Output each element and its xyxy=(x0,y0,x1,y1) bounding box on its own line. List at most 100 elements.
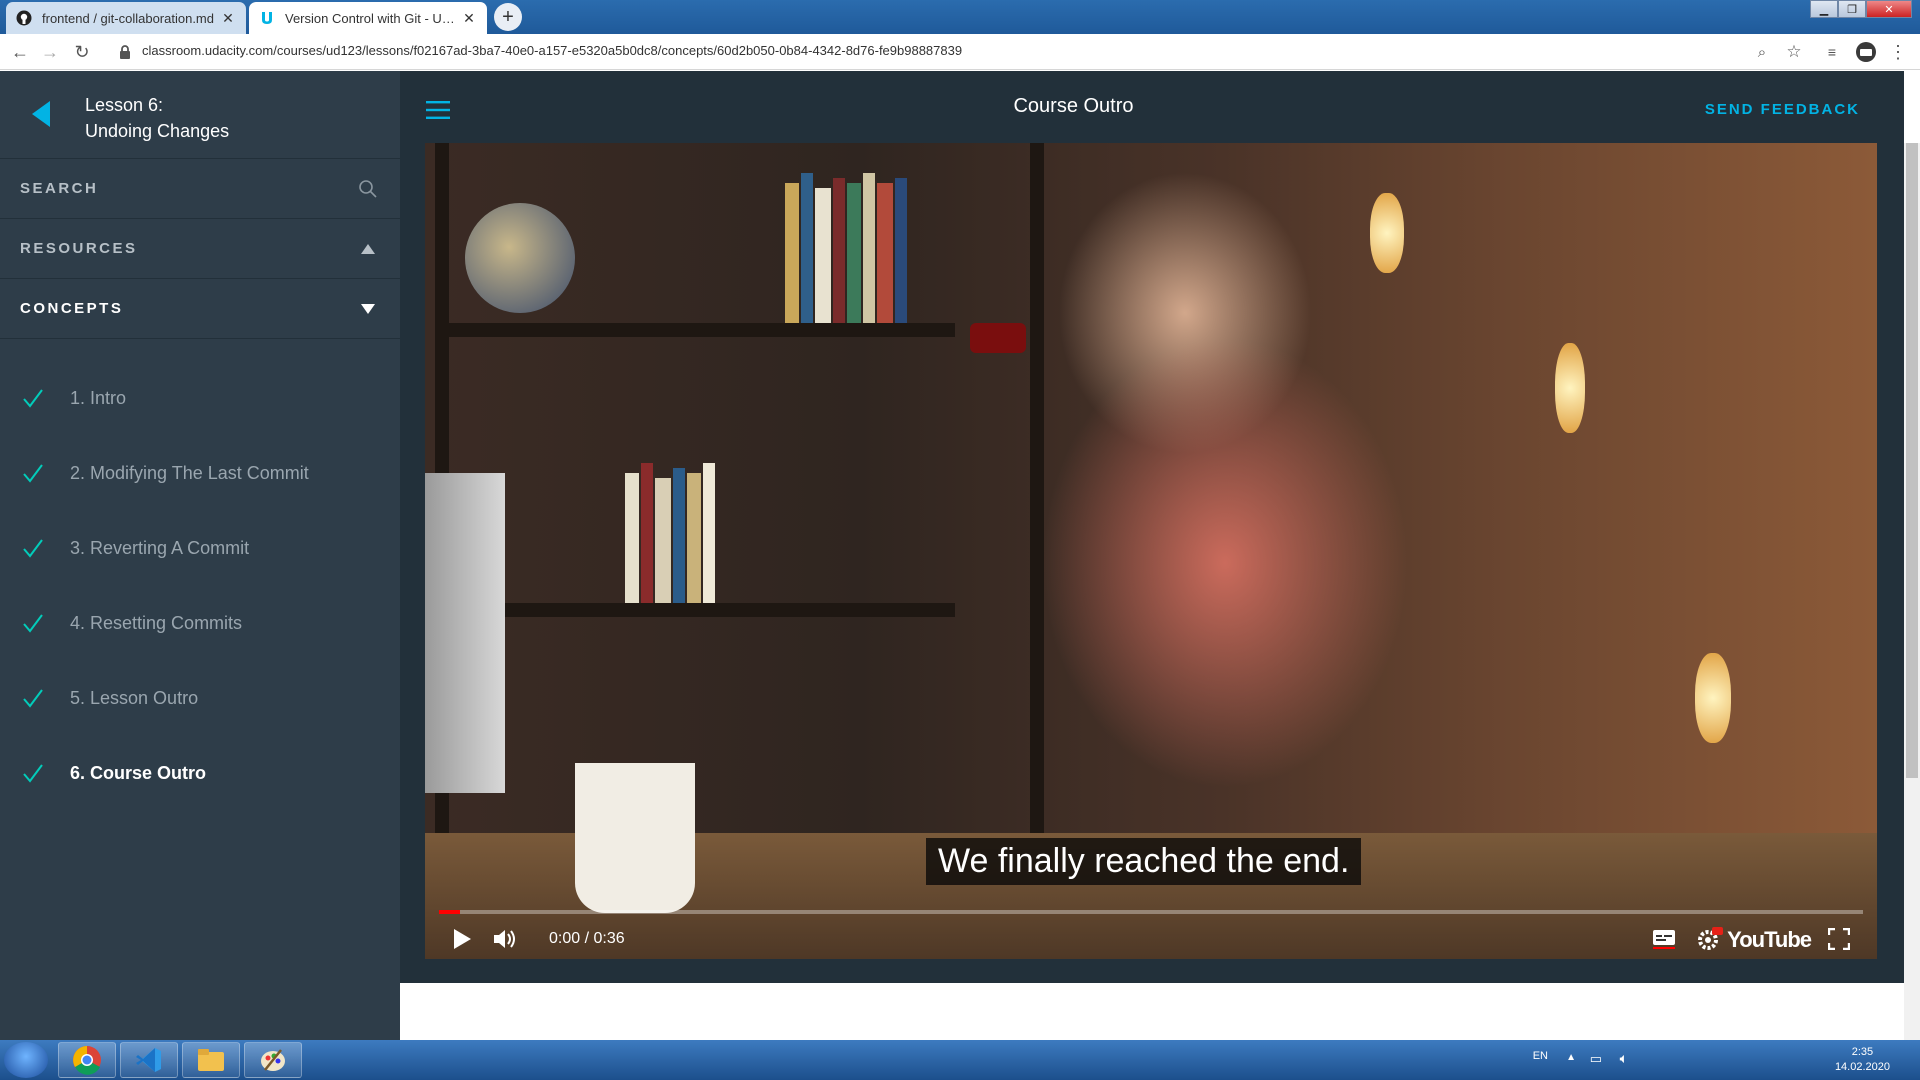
mug xyxy=(575,763,695,913)
clock-date: 14.02.2020 xyxy=(1834,1061,1890,1073)
language-indicator[interactable]: EN xyxy=(1533,1050,1548,1062)
concepts-row[interactable]: CONCEPTS xyxy=(0,279,400,339)
vscode-taskbar-icon[interactable] xyxy=(120,1042,178,1078)
tray-expand-icon[interactable]: ▲ xyxy=(1566,1052,1576,1063)
lesson-header: Lesson 6: Undoing Changes xyxy=(0,71,400,159)
restore-icon[interactable]: ❐ xyxy=(1838,0,1866,18)
back-icon[interactable]: ← xyxy=(10,42,30,62)
bookshelf-shelf xyxy=(435,323,955,337)
file-explorer-taskbar-icon[interactable] xyxy=(182,1042,240,1078)
concept-label: 4. Resetting Commits xyxy=(70,613,243,633)
send-feedback-link[interactable]: SEND FEEDBACK xyxy=(1705,101,1860,118)
check-icon xyxy=(22,387,44,409)
bookshelf-post xyxy=(1030,143,1044,833)
caret-down-icon[interactable] xyxy=(358,299,378,319)
close-tab-icon[interactable]: ✕ xyxy=(461,10,477,27)
volume-tray-icon[interactable]: 🔈︎ xyxy=(1620,1050,1628,1067)
profile-avatar-icon[interactable] xyxy=(1856,42,1876,62)
resources-label: RESOURCES xyxy=(20,240,138,257)
forward-icon[interactable]: → xyxy=(40,42,60,62)
concept-label: 1. Intro xyxy=(70,388,127,408)
video-progress-bar[interactable] xyxy=(439,910,1863,914)
search-icon[interactable] xyxy=(358,179,378,199)
zoom-icon[interactable]: ⌕ xyxy=(1752,42,1772,62)
tab-udacity[interactable]: Version Control with Git - Udacity ✕ xyxy=(249,2,487,34)
globe xyxy=(465,203,575,313)
bookshelf-shelf xyxy=(435,603,955,617)
volume-icon[interactable] xyxy=(491,921,519,957)
concepts-label: CONCEPTS xyxy=(20,300,124,317)
github-icon xyxy=(16,10,32,26)
caret-up-icon[interactable] xyxy=(358,239,378,259)
lesson-sidebar: Lesson 6: Undoing Changes SEARCH RESOURC… xyxy=(0,71,400,1040)
light-bulb xyxy=(1555,343,1585,433)
book xyxy=(801,173,813,323)
book xyxy=(785,183,799,323)
concept-item-current[interactable]: 6. Course Outro xyxy=(0,736,400,811)
start-button-icon[interactable] xyxy=(4,1042,48,1078)
concept-label: 2. Modifying The Last Commit xyxy=(70,463,309,483)
settings-gear-icon[interactable] xyxy=(1697,921,1723,957)
resources-row[interactable]: RESOURCES xyxy=(0,219,400,279)
check-icon xyxy=(22,537,44,559)
back-arrow-icon[interactable] xyxy=(30,99,52,129)
check-icon xyxy=(22,462,44,484)
page-title: Course Outro xyxy=(1013,95,1134,117)
video-subtitle: We finally reached the end. xyxy=(926,838,1362,885)
video-progress-fill xyxy=(439,910,461,914)
tab-github[interactable]: frontend / git-collaboration.md ✕ xyxy=(6,2,246,34)
book xyxy=(703,463,715,603)
network-icon[interactable]: ▭ xyxy=(1590,1051,1602,1067)
lock-icon xyxy=(118,44,134,60)
close-tab-icon[interactable]: ✕ xyxy=(220,10,236,27)
light-bulb xyxy=(1695,653,1731,743)
minimize-icon[interactable]: ▁ xyxy=(1810,0,1838,18)
laptop xyxy=(425,473,505,793)
video-player[interactable]: We finally reached the end. 0:00 / 0:36 … xyxy=(425,143,1877,959)
tab-title: frontend / git-collaboration.md xyxy=(42,10,214,26)
book xyxy=(847,183,861,323)
concept-item[interactable]: 3. Reverting A Commit xyxy=(0,511,400,586)
captions-icon[interactable] xyxy=(1651,921,1677,957)
browser-menu-icon[interactable]: ⋮ xyxy=(1888,42,1908,62)
video-stage: We finally reached the end. 0:00 / 0:36 … xyxy=(400,143,1904,983)
windows-taskbar: EN ▲ ▭ 🔈︎ 2:35 14.02.2020 xyxy=(0,1040,1920,1080)
lesson-number: Lesson 6: xyxy=(85,95,164,115)
search-row[interactable]: SEARCH xyxy=(0,159,400,219)
lesson-title: Lesson 6: Undoing Changes xyxy=(85,92,229,144)
reload-icon[interactable]: ↻ xyxy=(72,42,92,62)
paint-taskbar-icon[interactable] xyxy=(244,1042,302,1078)
light-bulb xyxy=(1370,193,1404,273)
video-controls: 0:00 / 0:36 YouTube xyxy=(425,921,1877,959)
check-icon xyxy=(22,687,44,709)
book xyxy=(877,183,893,323)
window-controls: ▁ ❐ ✕ xyxy=(1810,0,1912,18)
fullscreen-icon[interactable] xyxy=(1827,921,1851,957)
lesson-name: Undoing Changes xyxy=(85,121,230,141)
check-icon xyxy=(22,612,44,634)
youtube-logo[interactable]: YouTube xyxy=(1727,927,1812,953)
book xyxy=(625,473,639,603)
chrome-taskbar-icon[interactable] xyxy=(58,1042,116,1078)
url-field[interactable]: classroom.udacity.com/courses/ud123/less… xyxy=(142,43,962,58)
scrollbar-thumb[interactable] xyxy=(1906,143,1918,778)
concept-item[interactable]: 2. Modifying The Last Commit xyxy=(0,436,400,511)
concept-item[interactable]: 5. Lesson Outro xyxy=(0,661,400,736)
concept-label: 6. Course Outro xyxy=(70,763,207,783)
page-scrollbar[interactable] xyxy=(1904,143,1920,1040)
taskbar-clock[interactable]: 2:35 14.02.2020 xyxy=(1835,1045,1890,1075)
book xyxy=(673,468,685,603)
window-close-icon[interactable]: ✕ xyxy=(1866,0,1912,18)
concept-item[interactable]: 1. Intro xyxy=(0,361,400,436)
concept-list: 1. Intro 2. Modifying The Last Commit 3.… xyxy=(0,339,400,811)
new-tab-button[interactable]: + xyxy=(494,3,522,31)
reading-list-icon[interactable]: ≡ xyxy=(1822,42,1842,62)
clock-time: 2:35 xyxy=(1851,1046,1874,1058)
book xyxy=(687,473,701,603)
classroom-header: Course Outro SEND FEEDBACK xyxy=(400,71,1904,143)
concept-label: 3. Reverting A Commit xyxy=(70,538,250,558)
check-icon xyxy=(22,762,44,784)
bookmark-star-icon[interactable]: ☆ xyxy=(1784,42,1804,62)
play-icon[interactable] xyxy=(451,921,473,957)
concept-item[interactable]: 4. Resetting Commits xyxy=(0,586,400,661)
